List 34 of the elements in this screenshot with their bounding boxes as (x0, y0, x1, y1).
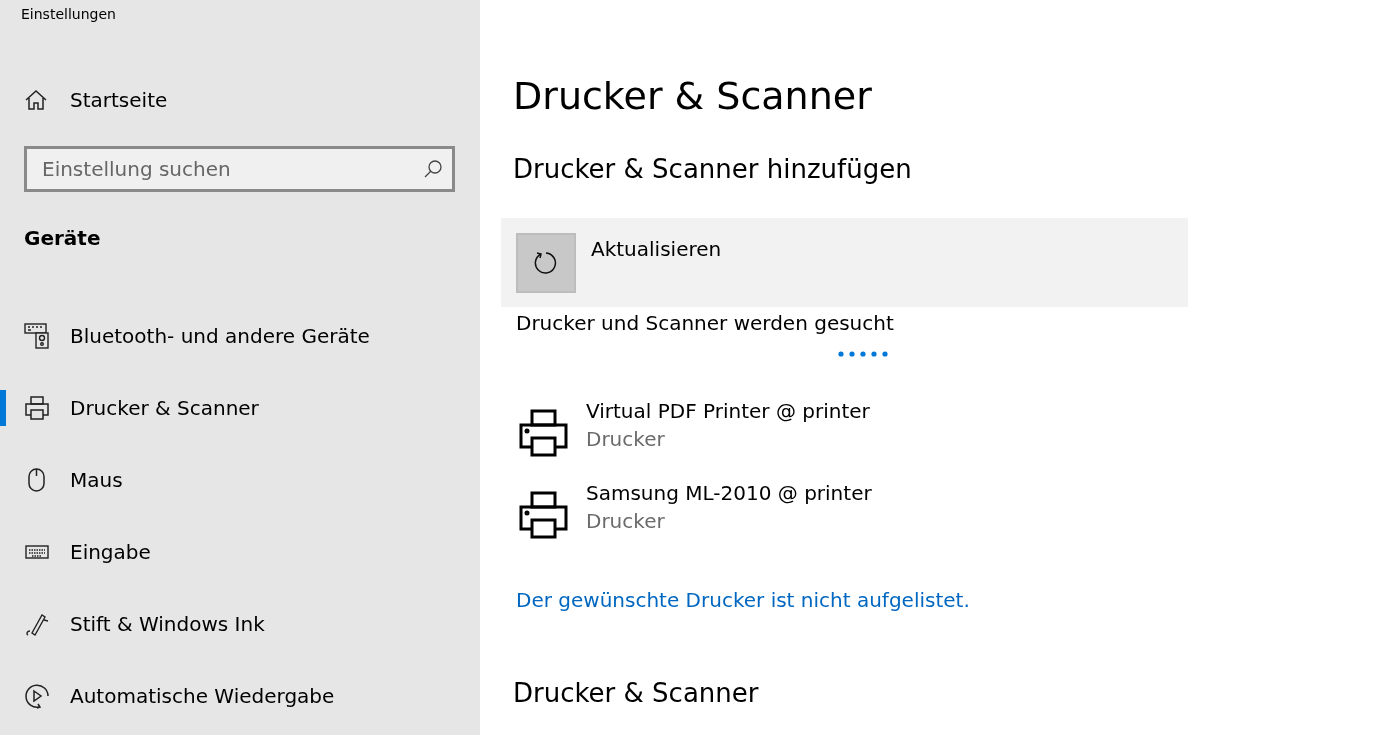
refresh-button[interactable] (516, 233, 576, 293)
refresh-label: Aktualisieren (591, 237, 722, 261)
window-title: Einstellungen (20, 5, 116, 22)
nav-item[interactable]: Drucker & Scanner (0, 390, 480, 426)
home-icon (24, 88, 48, 112)
nav-item[interactable]: Bluetooth- und andere Geräte (0, 318, 480, 354)
autoplay-icon (24, 683, 50, 709)
page-title: Drucker & Scanner (513, 74, 872, 118)
section-heading: Drucker & Scanner (513, 678, 759, 708)
status-text: Drucker und Scanner werden gesucht (516, 311, 894, 335)
nav-item[interactable]: Eingabe (0, 534, 480, 570)
printer-not-listed-link[interactable]: Der gewünschte Drucker ist nicht aufgelistet. (516, 588, 970, 612)
refresh-icon (533, 250, 559, 276)
printer-name: Virtual PDF Printer @ printer (586, 399, 870, 423)
search-field[interactable]: Einstellung suchen (24, 146, 455, 192)
devices-icon (24, 323, 50, 349)
section-heading: Geräte (24, 226, 101, 250)
nav-item[interactable]: Automatische Wiedergabe (0, 678, 480, 714)
pen-icon (24, 611, 50, 637)
printer-icon (519, 409, 568, 457)
nav-item[interactable]: Stift & Windows Ink (0, 606, 480, 642)
printer-type: Drucker (586, 509, 666, 533)
printer-list-item[interactable]: Virtual PDF Printer @ printer Drucker (519, 399, 870, 457)
home-nav-item[interactable]: Startseite (24, 88, 168, 112)
printer-type: Drucker (586, 427, 666, 451)
nav-item[interactable]: Maus (0, 462, 480, 498)
section-heading: Drucker & Scanner hinzufügen (513, 154, 912, 184)
printer-icon (24, 395, 50, 421)
printer-list-item[interactable]: Samsung ML-2010 @ printer Drucker (519, 481, 872, 539)
search-icon (423, 159, 443, 179)
printer-icon (519, 491, 568, 539)
keyboard-icon (25, 544, 49, 560)
printer-name: Samsung ML-2010 @ printer (586, 481, 872, 505)
mouse-icon (26, 467, 48, 493)
